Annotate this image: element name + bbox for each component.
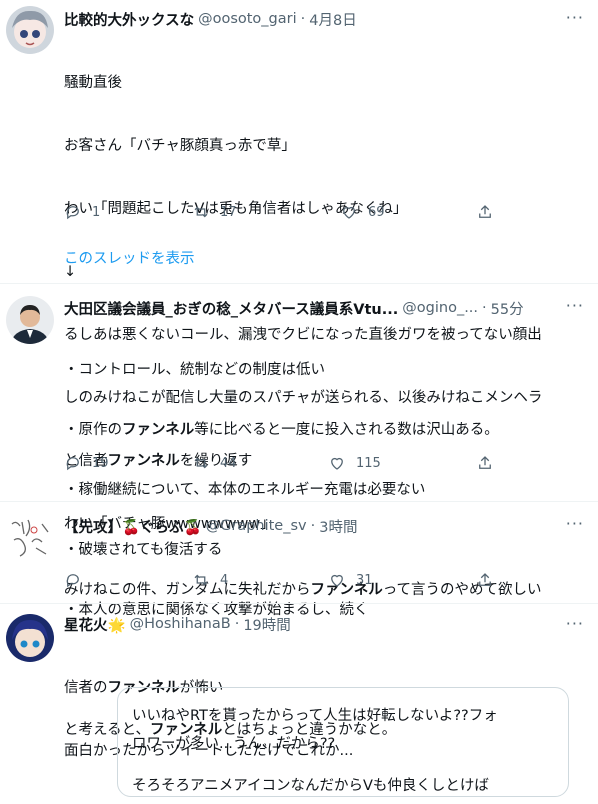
timestamp[interactable]: 55分 bbox=[491, 298, 524, 319]
tweet-4[interactable]: ··· 星花火🌟 @HoshihanaB · 19時間 信者のファンネルが怖い … bbox=[0, 604, 598, 797]
like-count: 31 bbox=[356, 572, 373, 588]
quoted-tweet[interactable]: いいねやRTを貰ったからって人生は好転しないよ??フォ ロワーが多い...うん、… bbox=[117, 687, 569, 797]
retweet-count: 17 bbox=[220, 204, 237, 220]
retweet-button[interactable]: 4 bbox=[192, 571, 328, 589]
reply-count: 19 bbox=[92, 455, 109, 471]
share-icon bbox=[479, 205, 491, 218]
tweet-line: ・稼働継続について、本体のエネルギー充電は必要ない bbox=[64, 482, 426, 498]
share-button[interactable] bbox=[476, 571, 494, 589]
highlighted-keyword: ファンネル bbox=[122, 422, 195, 438]
tweet-actions: 1 17 69 bbox=[64, 203, 494, 221]
reply-button[interactable]: 19 bbox=[64, 454, 192, 472]
handle[interactable]: @Graphite_sv bbox=[206, 518, 307, 534]
reply-icon bbox=[66, 574, 79, 588]
avatar[interactable] bbox=[6, 614, 54, 662]
share-button[interactable] bbox=[476, 454, 494, 472]
retweet-icon bbox=[194, 206, 208, 218]
reply-button[interactable]: 1 bbox=[64, 203, 192, 221]
handle[interactable]: @ogino_... bbox=[402, 300, 478, 316]
handle[interactable]: @oosoto_gari bbox=[198, 11, 297, 27]
timestamp[interactable]: 19時間 bbox=[243, 614, 290, 635]
show-thread-link[interactable]: このスレッドを表示 bbox=[64, 247, 195, 268]
retweet-icon bbox=[194, 457, 208, 469]
tweet-line: ・原作のファンネル等に比べると一度に投入される数は沢山ある。 bbox=[64, 422, 499, 438]
display-name[interactable]: 大田区議会議員_おぎの稔_メタバース議員系Vtu... bbox=[64, 298, 398, 319]
tweet-line: お客さん「バチャ豚顔真っ赤で草」 bbox=[64, 138, 296, 154]
tweet-3[interactable]: ··· 【先攻】🍒ぐらふ🍒 @Graphite_sv · 3時間 みけねこの件、… bbox=[0, 502, 598, 604]
share-icon bbox=[479, 573, 491, 586]
reply-icon bbox=[66, 206, 79, 220]
tweet-header: 大田区議会議員_おぎの稔_メタバース議員系Vtu... @ogino_... ·… bbox=[64, 298, 586, 318]
like-count: 115 bbox=[356, 455, 381, 471]
quote-line: そろそろアニメアイコンなんだからVも仲良くしとけば bbox=[132, 778, 489, 794]
retweet-button[interactable]: 17 bbox=[192, 203, 340, 221]
display-name[interactable]: 【先攻】🍒ぐらふ🍒 bbox=[64, 516, 202, 537]
tweet-header: 比較的大外ックスな @oosoto_gari · 4月8日 bbox=[64, 9, 586, 29]
retweet-button[interactable]: 44 bbox=[192, 454, 328, 472]
share-button[interactable] bbox=[476, 203, 494, 221]
tweet-header: 【先攻】🍒ぐらふ🍒 @Graphite_sv · 3時間 bbox=[64, 516, 586, 536]
tweet-header: 星花火🌟 @HoshihanaB · 19時間 bbox=[64, 614, 586, 634]
handle[interactable]: @HoshihanaB bbox=[130, 616, 231, 632]
like-button[interactable]: 31 bbox=[328, 571, 476, 589]
quote-line: いいねやRTを貰ったからって人生は好転しないよ??フォ bbox=[132, 708, 498, 724]
tweet-line: 騒動直後 bbox=[64, 75, 122, 91]
heart-icon bbox=[343, 206, 355, 219]
heart-icon bbox=[331, 574, 343, 587]
tweet-line: ・コントロール、統制などの制度は低い bbox=[64, 362, 325, 378]
tweet-2[interactable]: ··· 大田区議会議員_おぎの稔_メタバース議員系Vtu... @ogino_.… bbox=[0, 284, 598, 738]
retweet-count: 4 bbox=[220, 572, 229, 588]
tweet-actions: 19 44 115 bbox=[64, 454, 494, 472]
reply-button[interactable] bbox=[64, 571, 192, 589]
share-icon bbox=[479, 456, 491, 469]
timestamp[interactable]: 4月8日 bbox=[309, 9, 356, 30]
retweet-count: 44 bbox=[220, 455, 237, 471]
quote-line: ロワーが多い...うん、だから?? bbox=[132, 736, 336, 752]
tweet-actions: 4 31 bbox=[64, 571, 494, 589]
display-name[interactable]: 星花火🌟 bbox=[64, 614, 126, 635]
avatar[interactable] bbox=[6, 296, 54, 344]
like-button[interactable]: 69 bbox=[340, 203, 476, 221]
reply-icon bbox=[66, 457, 79, 471]
tweet-1[interactable]: ··· 比較的大外ックスな @oosoto_gari · 4月8日 騒動直後 お… bbox=[0, 0, 598, 532]
avatar[interactable] bbox=[6, 6, 54, 54]
timestamp[interactable]: 3時間 bbox=[319, 516, 357, 537]
retweet-icon bbox=[194, 574, 208, 586]
heart-icon bbox=[331, 457, 343, 470]
like-button[interactable]: 115 bbox=[328, 454, 476, 472]
like-count: 69 bbox=[368, 204, 385, 220]
reply-count: 1 bbox=[92, 204, 101, 220]
display-name[interactable]: 比較的大外ックスな bbox=[64, 9, 194, 30]
avatar[interactable] bbox=[6, 514, 54, 562]
